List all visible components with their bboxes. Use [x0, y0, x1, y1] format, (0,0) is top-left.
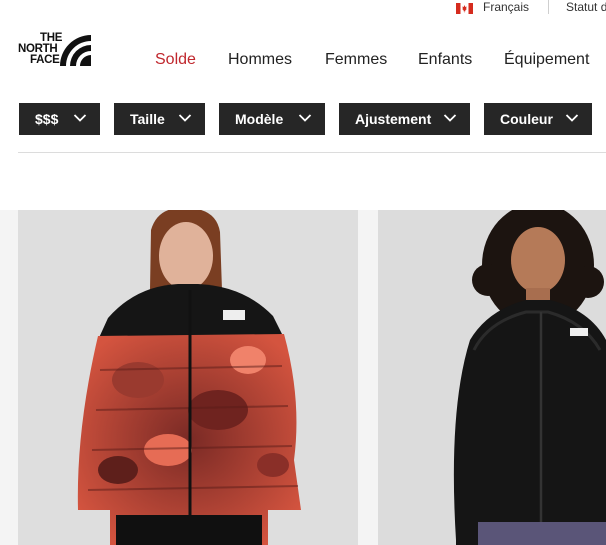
- chevron-down-icon: [443, 114, 457, 122]
- filter-color-label: Couleur: [500, 111, 553, 127]
- chevron-down-icon: [298, 114, 312, 122]
- nav-item-equipement[interactable]: Équipement: [504, 50, 589, 70]
- nav-item-enfants[interactable]: Enfants: [418, 50, 472, 70]
- nav-item-femmes[interactable]: Femmes: [325, 50, 387, 70]
- canada-flag-icon[interactable]: [456, 3, 473, 14]
- filter-color-button[interactable]: Couleur: [484, 103, 592, 135]
- utility-bar: Français Statut d: [0, 0, 606, 16]
- language-selector[interactable]: Français: [483, 0, 529, 14]
- filter-fit-label: Ajustement: [355, 111, 432, 127]
- chevron-down-icon: [73, 114, 87, 122]
- product-card-rain-jacket[interactable]: [378, 210, 606, 545]
- chevron-down-icon: [178, 114, 192, 122]
- nav-item-solde[interactable]: Solde: [155, 50, 196, 70]
- utility-divider: [548, 0, 549, 14]
- filter-size-button[interactable]: Taille: [114, 103, 205, 135]
- filter-divider: [18, 152, 606, 153]
- filter-price-button[interactable]: $$$: [19, 103, 100, 135]
- nav-item-hommes[interactable]: Hommes: [228, 50, 292, 70]
- north-face-logo-icon: [60, 35, 91, 66]
- product-image-puffer-jacket[interactable]: [18, 210, 358, 545]
- chevron-down-icon: [565, 114, 579, 122]
- filter-fit-button[interactable]: Ajustement: [339, 103, 470, 135]
- brand-logo[interactable]: THE NORTH FACE: [18, 32, 92, 67]
- product-grid: [0, 210, 606, 545]
- filter-model-label: Modèle: [235, 111, 284, 127]
- logo-line-3: FACE: [30, 54, 60, 66]
- order-status-link[interactable]: Statut d: [566, 0, 606, 14]
- filter-model-button[interactable]: Modèle: [219, 103, 325, 135]
- product-card-puffer-jacket[interactable]: [18, 210, 358, 545]
- filter-size-label: Taille: [130, 111, 165, 127]
- filter-price-label: $$$: [35, 111, 59, 127]
- product-image-rain-jacket[interactable]: [378, 210, 606, 545]
